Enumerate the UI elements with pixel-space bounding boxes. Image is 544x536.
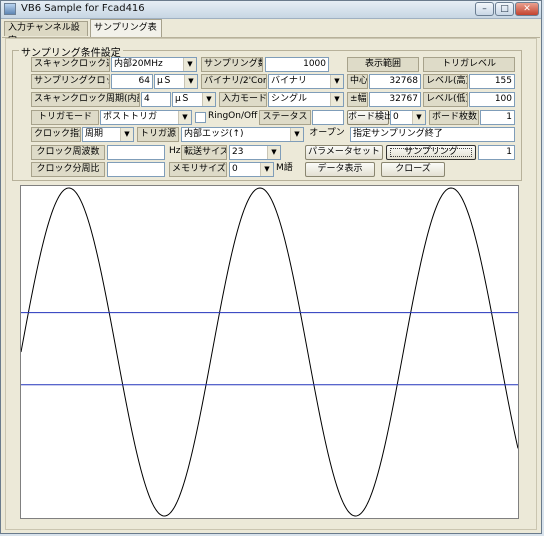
close-button[interactable]: クローズ xyxy=(381,162,445,177)
status-label: ステータス xyxy=(259,110,311,125)
chevron-down-icon[interactable]: ▼ xyxy=(260,163,273,176)
transfer-size-label: 転送サイズ xyxy=(181,145,227,160)
sampling-clock-field[interactable]: 64 xyxy=(111,74,153,89)
main-window: VB6 Sample for Fcad416 – □ ✕ 入力チャンネル設定 サ… xyxy=(0,0,542,534)
chevron-down-icon[interactable]: ▼ xyxy=(184,75,197,88)
open-status-label: オープン xyxy=(309,128,345,138)
scan-clock-select-value: 内部20MHz xyxy=(114,59,163,69)
sampling-clock-unit-value: μＳ xyxy=(157,76,172,86)
sampling-clock-unit-select[interactable]: μＳ ▼ xyxy=(154,74,198,89)
level-high-field[interactable]: 155 xyxy=(469,74,515,89)
level-low-label: レベル(低) xyxy=(423,92,468,107)
trigger-mode-value: ポストトリガ xyxy=(103,112,158,122)
clock-spec-value: 周期 xyxy=(85,129,104,139)
level-low-field[interactable]: 100 xyxy=(469,92,515,107)
board-detect-value: 0 xyxy=(393,112,399,122)
title-bar[interactable]: VB6 Sample for Fcad416 – □ ✕ xyxy=(1,1,541,19)
tab-sampling-display[interactable]: サンプリング表示 xyxy=(90,19,162,49)
chevron-down-icon[interactable]: ▼ xyxy=(178,111,191,124)
waveform-plot xyxy=(20,185,519,519)
tab-bar: 入力チャンネル設定 サンプリング表示 xyxy=(2,19,540,49)
binary-comp-label: バイナリ/2'Comp xyxy=(201,74,267,89)
board-count-label: ボード枚数 xyxy=(429,110,479,125)
trigger-source-select[interactable]: 内部エッジ(↑) ▼ xyxy=(181,127,304,142)
sampling-button[interactable]: サンプリング xyxy=(386,145,476,160)
app-icon xyxy=(4,3,16,15)
scan-period-field[interactable]: 4 xyxy=(141,92,171,107)
clock-freq-field[interactable] xyxy=(107,145,165,160)
trigger-source-label: トリガ源 xyxy=(137,127,179,142)
memory-size-label: メモリサイズ xyxy=(169,162,227,177)
binary-comp-value: バイナリ xyxy=(271,76,307,86)
input-mode-select[interactable]: シングル ▼ xyxy=(268,92,344,107)
chevron-down-icon[interactable]: ▼ xyxy=(120,128,133,141)
level-high-label: レベル(高) xyxy=(423,74,468,89)
board-detect-select[interactable]: 0 ▼ xyxy=(390,110,426,125)
window-title: VB6 Sample for Fcad416 xyxy=(21,3,145,14)
chevron-down-icon[interactable]: ▼ xyxy=(330,75,343,88)
waveform-line xyxy=(21,187,518,517)
minimize-button[interactable]: – xyxy=(475,2,494,16)
clock-spec-select[interactable]: 周期 ▼ xyxy=(82,127,134,142)
center-field[interactable]: 32768 xyxy=(369,74,421,89)
board-detect-button[interactable]: ボード検出 xyxy=(347,110,393,125)
binary-comp-select[interactable]: バイナリ ▼ xyxy=(268,74,344,89)
param-set-button[interactable]: パラメータセット xyxy=(305,145,383,160)
amplitude-label: ±幅 xyxy=(347,92,368,107)
center-label: 中心 xyxy=(347,74,368,89)
scan-period-unit-value: μＳ xyxy=(175,94,190,104)
scan-period-label: スキャンクロック周期(内部) xyxy=(31,92,140,107)
tab-input-channel-settings[interactable]: 入力チャンネル設定 xyxy=(4,21,88,46)
memory-size-select[interactable]: 0 ▼ xyxy=(229,162,274,177)
ring-onoff-checkbox[interactable] xyxy=(195,112,206,123)
sampling-run-count-field[interactable]: 1 xyxy=(478,145,515,160)
clock-div-label: クロック分周比 xyxy=(31,162,105,177)
chevron-down-icon[interactable]: ▼ xyxy=(290,128,303,141)
sampling-clock-label: サンプリングクロック xyxy=(31,74,110,89)
clock-div-field[interactable] xyxy=(107,162,165,177)
input-mode-label: 入力モード xyxy=(219,92,267,107)
scan-clock-select-label: スキャンクロック選択 xyxy=(31,57,110,72)
trigger-mode-select[interactable]: ポストトリガ ▼ xyxy=(100,110,192,125)
trigger-mode-label: トリガモード xyxy=(31,110,99,125)
sampling-count-label: サンプリング数 xyxy=(201,57,263,72)
scan-period-unit-select[interactable]: μＳ ▼ xyxy=(172,92,216,107)
sampling-count-field[interactable]: 1000 xyxy=(265,57,329,72)
maximize-button[interactable]: □ xyxy=(495,2,514,16)
memory-size-value: 0 xyxy=(232,164,238,174)
status-field[interactable] xyxy=(312,110,344,125)
focus-rect xyxy=(390,148,472,157)
clock-freq-unit: Hz xyxy=(169,146,181,156)
chevron-down-icon[interactable]: ▼ xyxy=(202,93,215,106)
ring-onoff-label: RingOn/Off xyxy=(208,111,258,121)
trigger-level-label: トリガレベル xyxy=(423,57,515,72)
trigger-source-value: 内部エッジ(↑) xyxy=(184,129,244,139)
input-mode-value: シングル xyxy=(271,94,308,104)
scan-clock-select[interactable]: 内部20MHz ▼ xyxy=(111,57,197,72)
close-window-button[interactable]: ✕ xyxy=(515,2,539,16)
memory-size-unit: M語 xyxy=(276,163,293,173)
chevron-down-icon[interactable]: ▼ xyxy=(412,111,425,124)
transfer-size-value: 23 xyxy=(232,147,244,157)
clock-freq-label: クロック周波数 xyxy=(31,145,105,160)
transfer-size-select[interactable]: 23 ▼ xyxy=(229,145,281,160)
display-range-label: 表示範囲 xyxy=(347,57,419,72)
chevron-down-icon[interactable]: ▼ xyxy=(267,146,280,159)
message-field[interactable]: 指定サンプリング終了 xyxy=(350,127,515,142)
chevron-down-icon[interactable]: ▼ xyxy=(330,93,343,106)
data-display-button[interactable]: データ表示 xyxy=(305,162,375,177)
waveform-svg xyxy=(21,187,518,517)
clock-spec-label: クロック指定 xyxy=(31,127,81,142)
amplitude-field[interactable]: 32767 xyxy=(369,92,421,107)
board-count-field[interactable]: 1 xyxy=(480,110,515,125)
chevron-down-icon[interactable]: ▼ xyxy=(183,58,196,71)
